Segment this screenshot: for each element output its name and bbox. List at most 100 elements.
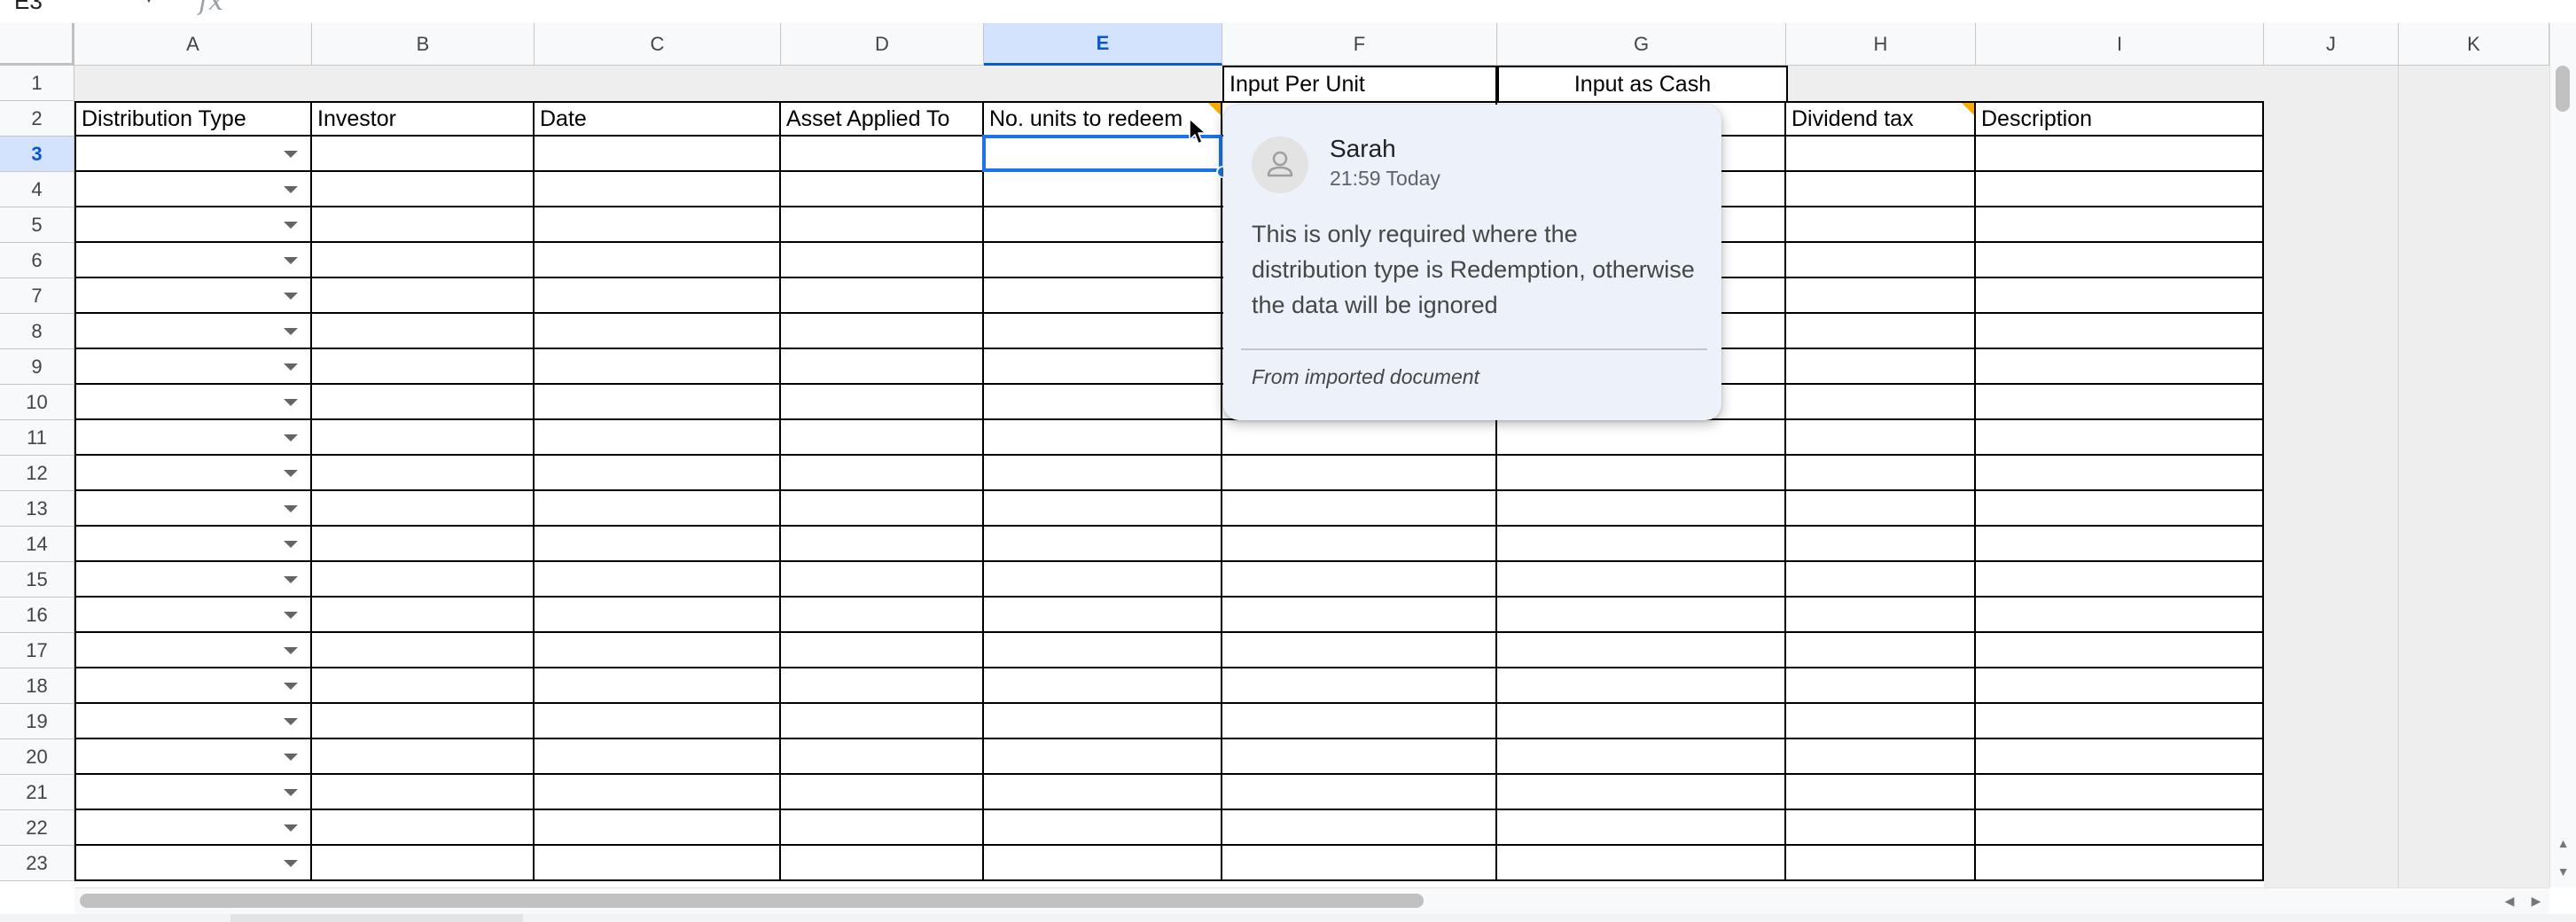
cell-g15[interactable] — [1497, 562, 1786, 598]
cell-d8[interactable] — [781, 314, 984, 349]
cell-a14[interactable] — [74, 527, 312, 562]
header-cell-a[interactable]: Distribution Type — [74, 101, 312, 137]
cell-e9[interactable] — [984, 349, 1222, 385]
cell-a9[interactable] — [74, 349, 312, 385]
cell-b21[interactable] — [312, 775, 535, 810]
row-header-11[interactable]: 11 — [0, 420, 74, 456]
row-header-22[interactable]: 22 — [0, 810, 74, 846]
cell-i7[interactable] — [1976, 278, 2264, 314]
cell-d15[interactable] — [781, 562, 984, 598]
cell-a3[interactable] — [74, 137, 312, 172]
cell-b3[interactable] — [312, 137, 535, 172]
cell-c17[interactable] — [535, 633, 781, 668]
cell-b15[interactable] — [312, 562, 535, 598]
dropdown-arrow-icon[interactable] — [284, 293, 298, 300]
cell-a17[interactable] — [74, 633, 312, 668]
cell-e13[interactable] — [984, 491, 1222, 527]
cell-i21[interactable] — [1976, 775, 2264, 810]
cell-b11[interactable] — [312, 420, 535, 456]
column-header-i[interactable]: I — [1976, 23, 2264, 66]
cell-e23[interactable] — [984, 846, 1222, 881]
cell-i1[interactable] — [1976, 66, 2264, 101]
cell-d9[interactable] — [781, 349, 984, 385]
cell-g16[interactable] — [1497, 598, 1786, 633]
row-header-13[interactable]: 13 — [0, 491, 74, 527]
cell-i9[interactable] — [1976, 349, 2264, 385]
cell-a5[interactable] — [74, 207, 312, 243]
cell-e21[interactable] — [984, 775, 1222, 810]
column-header-f[interactable]: F — [1222, 23, 1497, 66]
row-header-3[interactable]: 3 — [0, 137, 74, 172]
dropdown-arrow-icon[interactable] — [284, 470, 298, 477]
cell-i10[interactable] — [1976, 385, 2264, 420]
cell-b14[interactable] — [312, 527, 535, 562]
cell-d7[interactable] — [781, 278, 984, 314]
cell-i4[interactable] — [1976, 172, 2264, 207]
dropdown-arrow-icon[interactable] — [284, 824, 298, 832]
cell-a20[interactable] — [74, 739, 312, 775]
dropdown-arrow-icon[interactable] — [284, 434, 298, 441]
cell-f17[interactable] — [1222, 633, 1497, 668]
cell-i18[interactable] — [1976, 668, 2264, 704]
cell-e18[interactable] — [984, 668, 1222, 704]
cell-c23[interactable] — [535, 846, 781, 881]
name-box[interactable]: E3 — [14, 0, 43, 15]
cell-g20[interactable] — [1497, 739, 1786, 775]
row-header-4[interactable]: 4 — [0, 172, 74, 207]
cell-e10[interactable] — [984, 385, 1222, 420]
cell-e4[interactable] — [984, 172, 1222, 207]
cell-a22[interactable] — [74, 810, 312, 846]
column-header-h[interactable]: H — [1786, 23, 1976, 66]
cell-h19[interactable] — [1786, 704, 1976, 739]
cell-i22[interactable] — [1976, 810, 2264, 846]
cell-a21[interactable] — [74, 775, 312, 810]
cell-b12[interactable] — [312, 456, 535, 491]
cell-f16[interactable] — [1222, 598, 1497, 633]
cell-a15[interactable] — [74, 562, 312, 598]
cell-b23[interactable] — [312, 846, 535, 881]
row-header-6[interactable]: 6 — [0, 243, 74, 278]
cell-f23[interactable] — [1222, 846, 1497, 881]
cell-g19[interactable] — [1497, 704, 1786, 739]
scroll-up-icon[interactable]: ▲ — [2550, 832, 2576, 855]
cell-f14[interactable] — [1222, 527, 1497, 562]
row-header-2[interactable]: 2 — [0, 101, 74, 137]
row-header-23[interactable]: 23 — [0, 846, 74, 881]
cell-b5[interactable] — [312, 207, 535, 243]
cell-e19[interactable] — [984, 704, 1222, 739]
dropdown-arrow-icon[interactable] — [284, 222, 298, 229]
cell-h8[interactable] — [1786, 314, 1976, 349]
cell-b22[interactable] — [312, 810, 535, 846]
row-header-12[interactable]: 12 — [0, 456, 74, 491]
cell-h13[interactable] — [1786, 491, 1976, 527]
cell-i15[interactable] — [1976, 562, 2264, 598]
cell-a16[interactable] — [74, 598, 312, 633]
cell-h18[interactable] — [1786, 668, 1976, 704]
cell-h12[interactable] — [1786, 456, 1976, 491]
column-header-e[interactable]: E — [984, 23, 1222, 66]
cell-c7[interactable] — [535, 278, 781, 314]
dropdown-arrow-icon[interactable] — [284, 399, 298, 406]
dropdown-arrow-icon[interactable] — [284, 612, 298, 619]
cell-f15[interactable] — [1222, 562, 1497, 598]
row-header-9[interactable]: 9 — [0, 349, 74, 385]
cell-b13[interactable] — [312, 491, 535, 527]
column-header-j[interactable]: J — [2264, 23, 2399, 66]
cell-i12[interactable] — [1976, 456, 2264, 491]
cell-e20[interactable] — [984, 739, 1222, 775]
comment-indicator-icon[interactable] — [1208, 103, 1221, 115]
cell-c9[interactable] — [535, 349, 781, 385]
cell-e12[interactable] — [984, 456, 1222, 491]
cell-g18[interactable] — [1497, 668, 1786, 704]
cell-c22[interactable] — [535, 810, 781, 846]
cell-a23[interactable] — [74, 846, 312, 881]
cell-b6[interactable] — [312, 243, 535, 278]
header-cell-h[interactable]: Dividend tax — [1786, 101, 1976, 137]
cell-e17[interactable] — [984, 633, 1222, 668]
cell-a19[interactable] — [74, 704, 312, 739]
cell-f19[interactable] — [1222, 704, 1497, 739]
cell-b17[interactable] — [312, 633, 535, 668]
cell-d18[interactable] — [781, 668, 984, 704]
cell-b9[interactable] — [312, 349, 535, 385]
row-header-17[interactable]: 17 — [0, 633, 74, 668]
